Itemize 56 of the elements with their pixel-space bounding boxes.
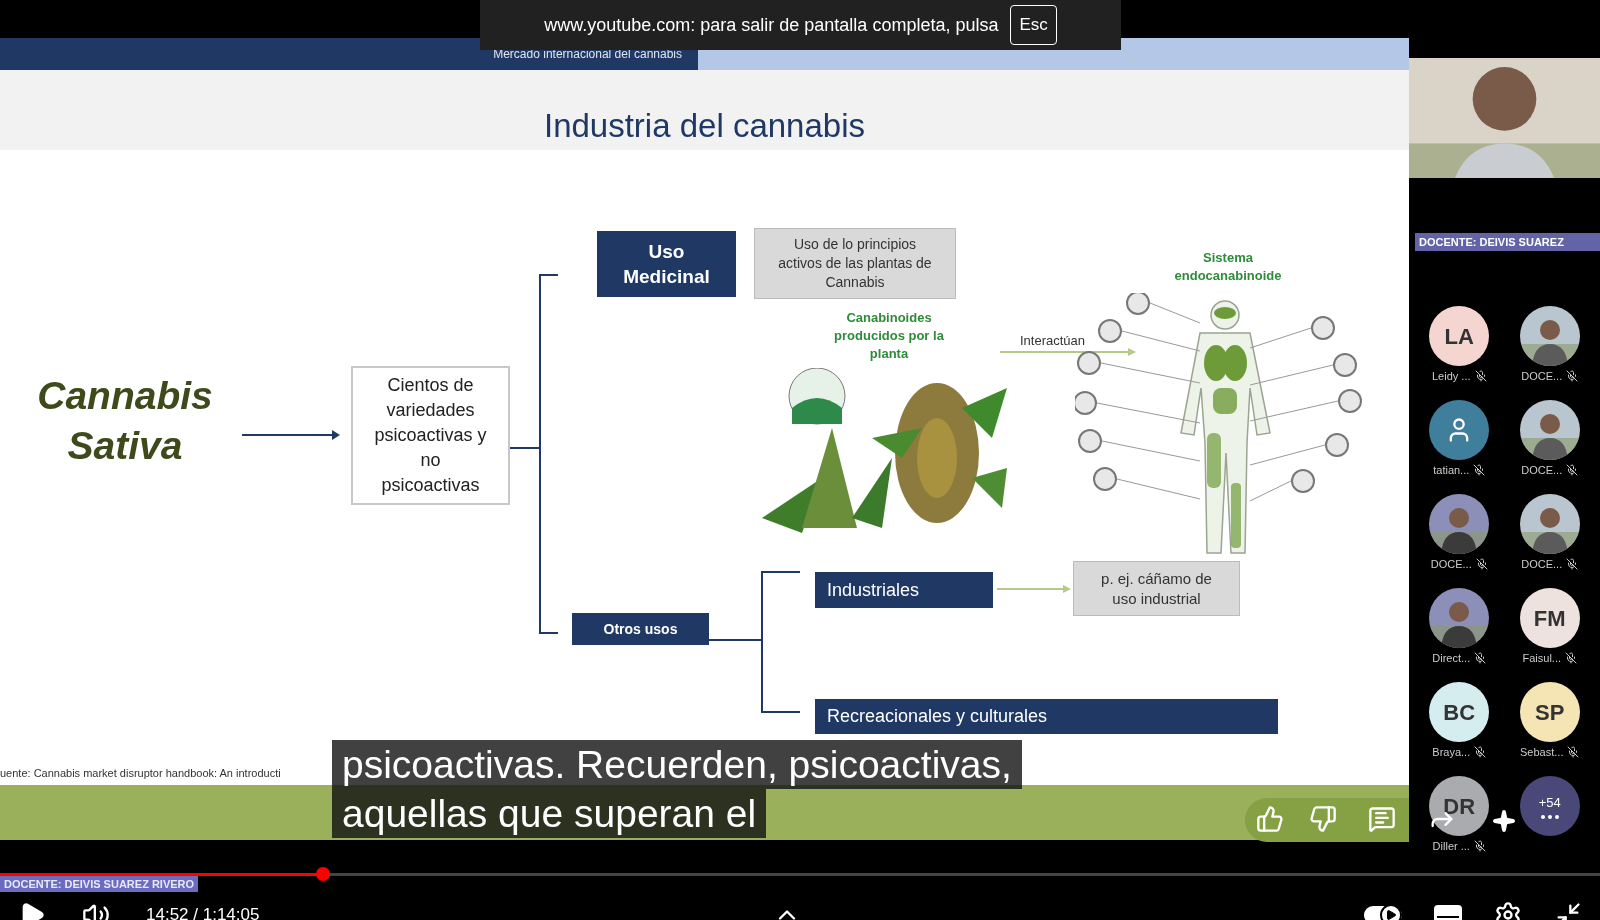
avatar-initials: FM	[1533, 604, 1566, 633]
time-display: 14:52 / 1:14:05	[146, 904, 260, 920]
ellipsis-icon	[1540, 815, 1559, 820]
mic-off-icon	[1474, 370, 1487, 383]
presenter-label: DOCENTE: DEIVIS SUAREZ	[1415, 233, 1600, 251]
more-participants-button[interactable]: +54	[1519, 776, 1580, 836]
mic-off-icon	[1474, 746, 1487, 759]
mic-off-icon	[1566, 464, 1579, 477]
mic-off-icon	[1473, 840, 1486, 853]
progress-handle[interactable]	[316, 867, 331, 881]
participant-name: DOCE...	[1521, 463, 1563, 478]
mic-off-icon	[1473, 464, 1486, 477]
notice-text: www.youtube.com: para salir de pantalla completa, pulsa	[544, 13, 999, 37]
participant-name: Faisul...	[1522, 651, 1561, 666]
example-box: p. ej. cáñamo de uso industrial	[1073, 561, 1240, 616]
mic-off-icon	[1566, 558, 1579, 571]
participant-name: Diller ...	[1432, 839, 1470, 854]
participant-name: Sebast...	[1520, 745, 1564, 760]
participant-name: DOCE...	[1521, 557, 1563, 572]
medicinal-label: Uso Medicinal	[597, 231, 736, 297]
interaction-label: Interactúan	[1020, 332, 1086, 350]
comment-icon[interactable]	[1368, 805, 1396, 833]
use-category: Industriales	[815, 572, 993, 608]
esc-key: Esc	[1010, 5, 1057, 45]
avatar-initials: SP	[1535, 698, 1565, 727]
sparkle-icon[interactable]	[1492, 809, 1516, 833]
participant-name: tatian...	[1433, 463, 1470, 478]
like-icon[interactable]	[1256, 805, 1284, 833]
cannabinoids-caption: Canabinoides producidos por la planta	[833, 309, 945, 363]
participant-name: Braya...	[1432, 745, 1471, 760]
dislike-icon[interactable]	[1309, 805, 1337, 833]
mic-off-icon	[1475, 558, 1488, 571]
autoplay-toggle[interactable]	[1364, 906, 1402, 920]
subject-title: Cannabis Sativa	[36, 373, 214, 469]
use-category: Recreacionales y culturales	[815, 699, 1278, 734]
avatar-initials: DR	[1443, 792, 1476, 821]
system-caption: Sistema endocanabinoide	[1173, 249, 1283, 285]
participant-name: DOCE...	[1430, 557, 1472, 572]
slide-title: Industria del cannabis	[543, 105, 865, 146]
participant-name: Leidy ...	[1432, 369, 1471, 384]
avatar-initials: LA	[1444, 322, 1474, 351]
slide-header: Mercado internacional del cannabis	[493, 46, 682, 63]
participant-name: Direct...	[1432, 651, 1471, 666]
video-overlay-label: DOCENTE: DEIVIS SUAREZ RIVERO	[0, 876, 199, 892]
avatar-initials: BC	[1443, 698, 1476, 727]
mic-off-icon	[1565, 652, 1577, 665]
varieties-box: Cientos de variedades psicoactivas y no psicoactivas	[351, 366, 510, 505]
mic-off-icon	[1474, 652, 1487, 665]
mic-off-icon	[1567, 746, 1580, 759]
other-uses-label: Otros usos	[572, 613, 709, 645]
participant-name: DOCE...	[1521, 369, 1563, 384]
captions-icon[interactable]	[1434, 905, 1462, 920]
source-note: uente: Cannabis market disruptor handbook: An introducti	[0, 766, 281, 781]
play-icon	[1385, 909, 1397, 920]
description-box: Uso de lo principios activos de las plantas de Cannabis	[754, 228, 956, 299]
mic-off-icon	[1566, 370, 1579, 383]
